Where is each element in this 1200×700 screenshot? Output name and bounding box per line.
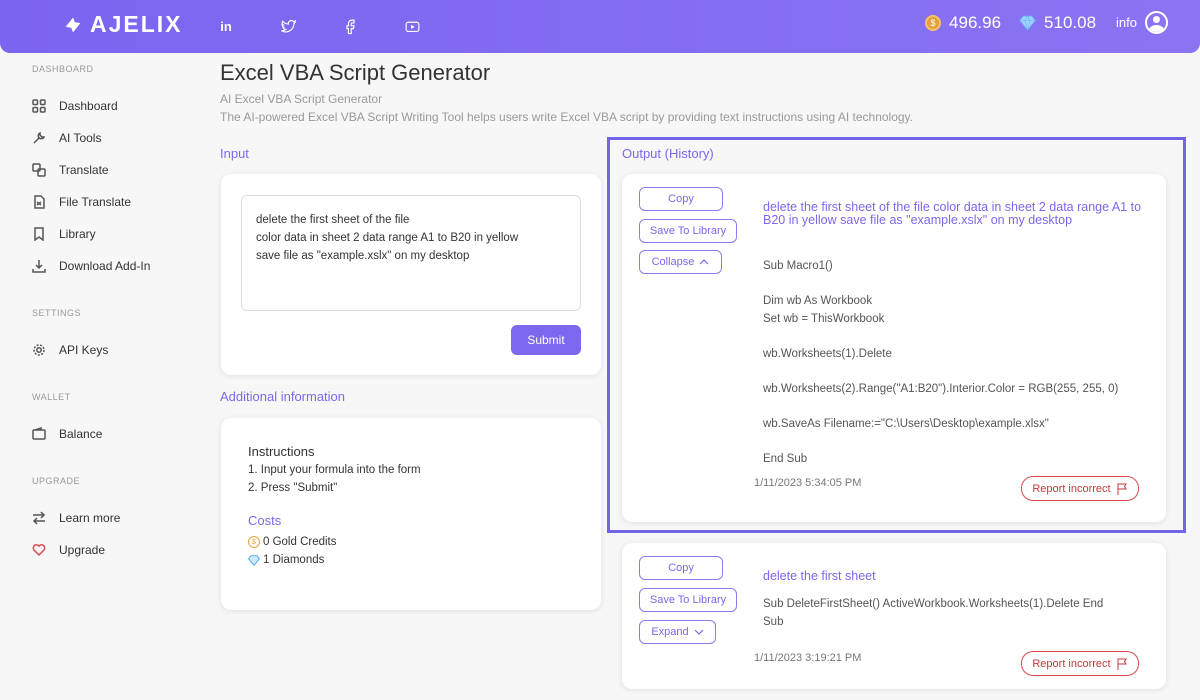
youtube-icon[interactable]: [400, 14, 424, 38]
download-icon: [32, 260, 46, 273]
grid-icon: [32, 99, 46, 113]
sidebar-item-label: AI Tools: [59, 131, 102, 145]
cost-diamonds-text: 1 Diamonds: [263, 554, 325, 566]
user-label[interactable]: info: [1116, 15, 1137, 30]
report-incorrect-button[interactable]: Report incorrect: [1021, 476, 1139, 501]
report-incorrect-button[interactable]: Report incorrect: [1021, 651, 1139, 676]
diamonds-value: 510.08: [1044, 12, 1097, 32]
wrench-icon: [33, 131, 46, 144]
gold-credits-value: 496.96: [949, 12, 1002, 32]
sidebar-item-learn-more[interactable]: Learn more: [32, 502, 202, 534]
history-timestamp: 1/11/2023 5:34:05 PM: [754, 477, 862, 489]
sidebar-item-label: File Translate: [59, 195, 132, 209]
sidebar-item-label: Balance: [59, 427, 103, 441]
instruction-line: 1. Input your formula into the form: [248, 464, 421, 476]
sidebar: DASHBOARD Dashboard AI Tools Translate F…: [32, 64, 202, 566]
instructions-title: Instructions: [248, 444, 315, 459]
copy-button[interactable]: Copy: [639, 556, 723, 580]
sidebar-section-title: DASHBOARD: [32, 64, 94, 74]
sidebar-section-title: WALLET: [32, 392, 71, 402]
social-links: in: [214, 14, 424, 38]
page-description: The AI-powered Excel VBA Script Writing …: [220, 110, 913, 124]
sidebar-item-label: Learn more: [59, 511, 121, 525]
wallet-icon: [32, 427, 46, 440]
heart-icon: [32, 544, 46, 557]
report-label: Report incorrect: [1032, 657, 1111, 670]
flag-icon: [1117, 483, 1127, 495]
ajelix-logo[interactable]: AJELIX: [62, 11, 183, 38]
user-avatar-icon[interactable]: [1145, 11, 1168, 34]
input-card: delete the first sheet of the file color…: [221, 174, 601, 375]
sidebar-item-balance[interactable]: Balance: [32, 418, 202, 450]
arrows-icon: [32, 511, 46, 525]
instruction-line: 2. Press "Submit": [248, 482, 338, 494]
cost-diamonds: 1 Diamonds: [248, 554, 324, 566]
page-title: Excel VBA Script Generator: [220, 60, 491, 85]
prompt-textarea[interactable]: delete the first sheet of the file color…: [241, 195, 581, 311]
bookmark-icon: [34, 227, 44, 241]
diamond-icon: [248, 554, 260, 566]
sidebar-item-upgrade[interactable]: Upgrade: [32, 534, 202, 566]
gold-coin-icon: $: [248, 536, 260, 548]
sidebar-item-dashboard[interactable]: Dashboard: [32, 90, 202, 122]
save-to-library-button[interactable]: Save To Library: [639, 219, 737, 243]
costs-title: Costs: [248, 513, 282, 528]
logo-icon: [65, 17, 81, 32]
cost-gold: $ 0 Gold Credits: [248, 536, 337, 548]
additional-info-card: Instructions 1. Input your formula into …: [221, 418, 601, 610]
file-icon: [34, 195, 45, 209]
history-query: delete the first sheet: [763, 569, 876, 583]
history-code: Sub Macro1() Dim wb As Workbook Set wb =…: [763, 260, 1119, 465]
input-label: Input: [220, 146, 249, 161]
chevron-down-icon: [694, 629, 704, 635]
sidebar-item-file-translate[interactable]: File Translate: [32, 186, 202, 218]
submit-button[interactable]: Submit: [511, 325, 581, 355]
history-code: Sub DeleteFirstSheet() ActiveWorkbook.Wo…: [763, 598, 1104, 628]
save-to-library-button[interactable]: Save To Library: [639, 588, 737, 612]
page-subtitle: AI Excel VBA Script Generator: [220, 92, 383, 106]
sidebar-item-ai-tools[interactable]: AI Tools: [32, 122, 202, 154]
expand-label: Expand: [651, 626, 689, 638]
sidebar-item-label: Library: [59, 227, 96, 241]
report-label: Report incorrect: [1032, 482, 1111, 495]
gear-icon: [33, 344, 45, 356]
top-header: AJELIX in $ 496.96 510.08 info: [0, 0, 1200, 53]
sidebar-section-title: UPGRADE: [32, 476, 81, 486]
sidebar-item-label: Dashboard: [59, 99, 118, 113]
sidebar-item-label: Upgrade: [59, 543, 106, 557]
collapse-button[interactable]: Collapse: [639, 250, 722, 274]
collapse-label: Collapse: [651, 256, 695, 268]
flag-icon: [1117, 658, 1127, 670]
sidebar-item-library[interactable]: Library: [32, 218, 202, 250]
translate-icon: [32, 163, 46, 177]
facebook-icon[interactable]: [338, 14, 362, 38]
sidebar-item-label: Translate: [59, 163, 109, 177]
copy-button[interactable]: Copy: [639, 187, 723, 211]
additional-info-label: Additional information: [220, 389, 346, 404]
sidebar-item-translate[interactable]: Translate: [32, 154, 202, 186]
history-card: Copy Save To Library Expand delete the f…: [622, 543, 1166, 689]
sidebar-item-api-keys[interactable]: API Keys: [32, 334, 202, 366]
history-card: Copy Save To Library Collapse delete the…: [622, 174, 1166, 522]
sidebar-item-label: Download Add-In: [59, 259, 151, 273]
expand-button[interactable]: Expand: [639, 620, 716, 644]
twitter-icon[interactable]: [276, 14, 300, 38]
sidebar-section-title: SETTINGS: [32, 308, 82, 318]
gold-coin-icon: $: [925, 14, 942, 31]
sidebar-item-label: API Keys: [59, 343, 109, 357]
credits-bar: $ 496.96 510.08 info: [925, 11, 1168, 34]
chevron-up-icon: [699, 259, 709, 265]
history-query: delete the first sheet of the file color…: [763, 200, 1142, 227]
diamond-icon: [1019, 15, 1036, 31]
logo-text: AJELIX: [90, 11, 183, 37]
linkedin-icon[interactable]: in: [214, 14, 238, 38]
cost-gold-text: 0 Gold Credits: [263, 536, 337, 548]
sidebar-item-download-add-in[interactable]: Download Add-In: [32, 250, 202, 282]
history-timestamp: 1/11/2023 3:19:21 PM: [754, 652, 862, 664]
